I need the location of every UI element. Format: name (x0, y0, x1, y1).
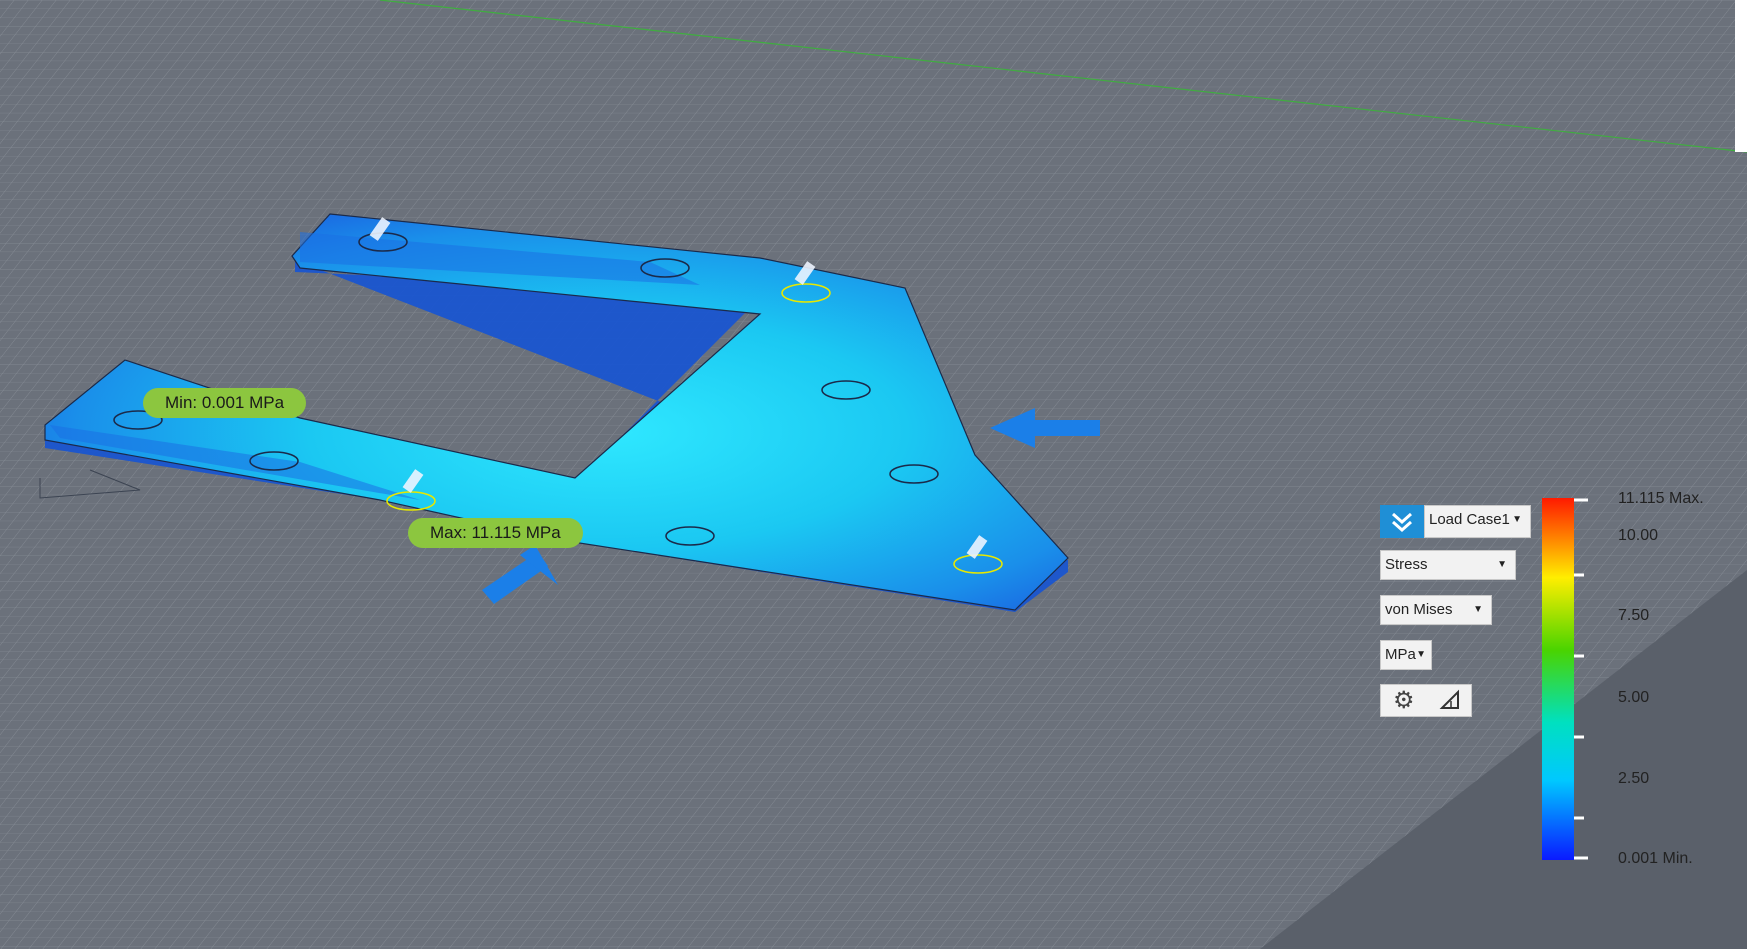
chevron-down-icon: ▼ (1497, 559, 1507, 570)
3d-viewport[interactable] (0, 0, 1747, 949)
units-select[interactable]: MPa ▼ (1380, 640, 1432, 670)
result-type-value: Stress (1385, 556, 1428, 573)
max-marker-label[interactable]: Max: 11.115 MPa (408, 518, 583, 548)
units-value: MPa (1385, 646, 1416, 663)
legend-tick-label: 5.00 (1618, 689, 1650, 706)
load-case-value: Load Case1 (1429, 511, 1510, 528)
load-case-select[interactable]: Load Case1 ▼ (1424, 505, 1531, 538)
component-select[interactable]: von Mises ▼ (1380, 595, 1492, 625)
legend-tick-label: 2.50 (1618, 770, 1650, 787)
right-panel-edge (1735, 0, 1747, 152)
chevron-down-icon: ▼ (1416, 649, 1426, 660)
legend-tick-label: 7.50 (1618, 607, 1650, 624)
result-tools: ⚙ (1380, 684, 1472, 717)
toggle-results-button[interactable] (1380, 505, 1424, 538)
component-value: von Mises (1385, 601, 1453, 618)
legend-tick-label: 10.00 (1618, 527, 1659, 544)
legend-min-label: 0.001 Min. (1618, 850, 1693, 867)
gear-icon[interactable]: ⚙ (1393, 686, 1415, 715)
result-type-select[interactable]: Stress ▼ (1380, 550, 1516, 580)
legend-max-label: 11.115 Max. (1618, 490, 1704, 507)
double-chevron-down-icon (1392, 512, 1412, 532)
chevron-down-icon: ▼ (1512, 514, 1522, 525)
min-marker-label[interactable]: Min: 0.001 MPa (143, 388, 307, 418)
legend-color-bar (1542, 498, 1574, 860)
chevron-down-icon: ▼ (1473, 604, 1483, 615)
triangle-probe-icon[interactable] (1439, 689, 1461, 716)
